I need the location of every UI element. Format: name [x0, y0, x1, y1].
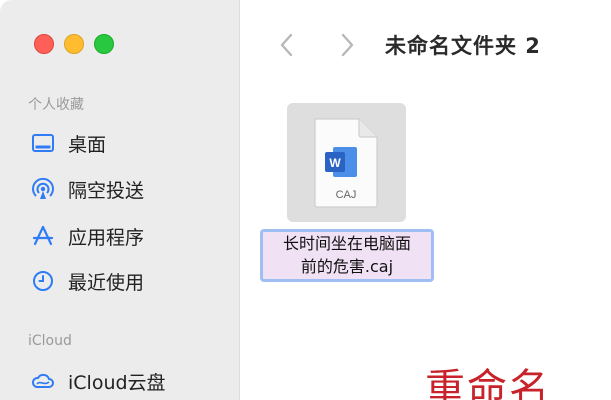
favorites-section-title: 个人收藏: [28, 97, 84, 113]
clock-icon: [33, 271, 53, 291]
window-controls: [34, 34, 114, 54]
sidebar-item-desktop[interactable]: 桌面: [30, 129, 106, 157]
cloud-icon: [31, 373, 54, 388]
finder-window: 个人收藏 桌面 隔空投送 应用程序 最近使用 iCloud iCloud云盘 未…: [0, 0, 611, 400]
sidebar-item-label: 桌面: [68, 133, 107, 156]
back-button[interactable]: [272, 28, 302, 62]
rename-annotation: 重命名: [425, 366, 551, 400]
chevron-left-icon: [280, 33, 293, 57]
airdrop-icon: [32, 177, 54, 199]
sidebar-item-label: 隔空投送: [68, 179, 145, 202]
folder-title: 未命名文件夹 2: [385, 34, 541, 58]
sidebar-item-label: 最近使用: [68, 271, 145, 294]
icloud-section-title: iCloud: [28, 333, 72, 349]
sidebar-item-label: 应用程序: [68, 226, 145, 249]
sidebar-item-airdrop[interactable]: 隔空投送: [30, 175, 144, 203]
applications-icon: [32, 225, 54, 246]
sidebar-item-label: iCloud云盘: [68, 371, 166, 394]
sidebar-item-icloud-drive[interactable]: iCloud云盘: [30, 367, 166, 395]
sidebar-item-applications[interactable]: 应用程序: [30, 222, 144, 250]
file-icon: W CAJ: [311, 117, 381, 209]
minimize-button[interactable]: [64, 34, 84, 54]
close-button[interactable]: [34, 34, 54, 54]
file-item[interactable]: W CAJ: [287, 103, 406, 222]
forward-button[interactable]: [332, 28, 362, 62]
chevron-right-icon: [341, 33, 354, 57]
sidebar: 个人收藏 桌面 隔空投送 应用程序 最近使用 iCloud iCloud云盘: [0, 0, 240, 400]
svg-text:W: W: [329, 156, 341, 170]
file-extension-label: CAJ: [335, 189, 357, 201]
zoom-button[interactable]: [94, 34, 114, 54]
desktop-icon: [32, 134, 54, 152]
file-name-field[interactable]: 长时间坐在电脑面 前的危害.caj: [260, 229, 434, 282]
sidebar-item-recents[interactable]: 最近使用: [30, 267, 144, 295]
